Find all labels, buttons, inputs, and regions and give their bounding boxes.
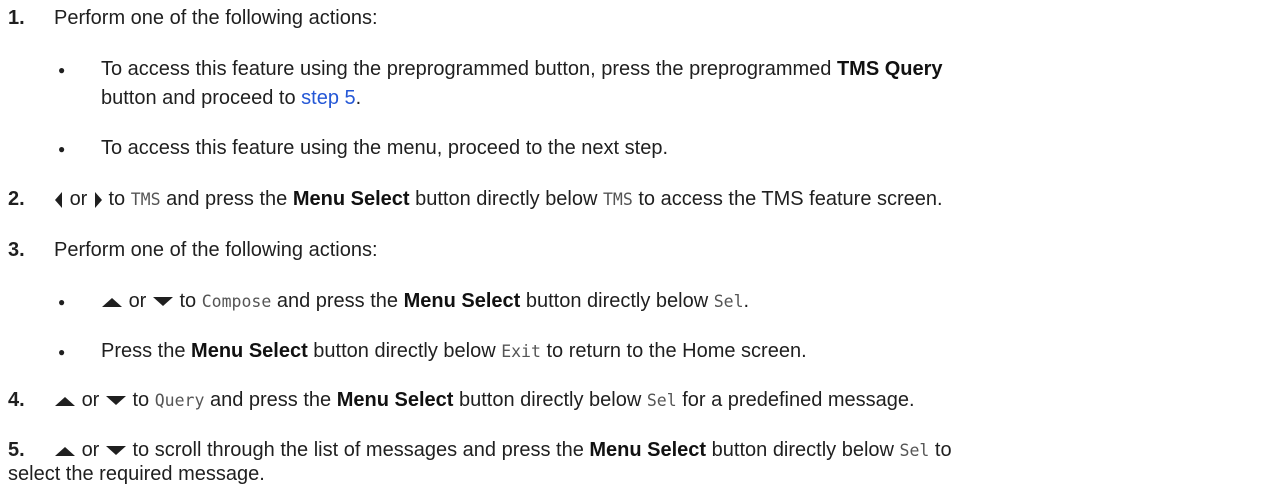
text: and press the — [204, 389, 337, 411]
step-5-link[interactable]: step 5 — [301, 87, 355, 109]
text: button directly below — [453, 389, 647, 411]
right-arrow-icon — [94, 191, 102, 208]
text: to return to the Home screen. — [540, 340, 807, 362]
up-arrow-icon — [55, 446, 75, 456]
bullet-text: To access this feature using the preprog… — [101, 58, 837, 80]
menu-select-label: Menu Select — [336, 389, 454, 411]
tms-query-label: TMS Query — [836, 58, 943, 80]
step-number: 3. — [8, 239, 25, 261]
bullet-text: button and proceed to — [101, 87, 302, 109]
text: button directly below — [307, 340, 502, 362]
text: . — [743, 290, 750, 312]
step-text: Perform one of the following actions: — [54, 7, 378, 29]
query-code: Query — [154, 391, 205, 410]
bullet-icon: ● — [58, 345, 66, 359]
tms-code: TMS — [603, 190, 633, 209]
menu-select-label: Menu Select — [589, 439, 707, 461]
menu-select-label: Menu Select — [191, 340, 308, 362]
or-label: or — [69, 188, 88, 210]
down-arrow-icon — [105, 395, 126, 405]
or-label: or — [81, 439, 100, 461]
step-text: Perform one of the following actions: — [54, 239, 378, 261]
text: to scroll through the list of messages a… — [132, 439, 590, 461]
up-arrow-icon — [102, 297, 122, 307]
bullet-icon: ● — [58, 142, 66, 156]
step-number: 1. — [8, 7, 25, 29]
left-arrow-icon — [55, 191, 62, 208]
step-number: 2. — [8, 188, 25, 210]
or-label: or — [81, 389, 100, 411]
menu-select-label: Menu Select — [403, 290, 521, 312]
text: for a predefined message. — [676, 389, 915, 411]
bullet-icon: ● — [58, 63, 66, 77]
sel-code: Sel — [646, 391, 677, 410]
text: to — [132, 389, 155, 411]
compose-code: Compose — [201, 292, 272, 311]
text: to — [929, 439, 952, 461]
text: to — [108, 188, 131, 210]
step-number: 5. — [8, 439, 25, 461]
text: button directly below — [409, 188, 603, 210]
step-5-continuation: select the required message. — [8, 463, 265, 485]
tms-code: TMS — [130, 190, 161, 209]
down-arrow-icon — [105, 445, 126, 455]
text: and press the — [271, 290, 404, 312]
or-label: or — [128, 290, 147, 312]
text: button directly below — [706, 439, 900, 461]
bullet-text: To access this feature using the menu, p… — [101, 137, 669, 159]
down-arrow-icon — [152, 296, 173, 306]
menu-select-label: Menu Select — [292, 188, 410, 210]
step-number: 4. — [8, 389, 25, 411]
punctuation: . — [355, 87, 362, 109]
text: and press the — [160, 188, 293, 210]
text: button directly below — [520, 290, 714, 312]
sel-code: Sel — [713, 292, 744, 311]
exit-code: Exit — [501, 342, 541, 361]
up-arrow-icon — [55, 396, 75, 406]
text: to access the TMS feature screen. — [632, 188, 943, 210]
text: Press the — [101, 340, 192, 362]
bullet-icon: ● — [58, 295, 66, 309]
sel-code: Sel — [899, 441, 930, 460]
text: to — [179, 290, 202, 312]
